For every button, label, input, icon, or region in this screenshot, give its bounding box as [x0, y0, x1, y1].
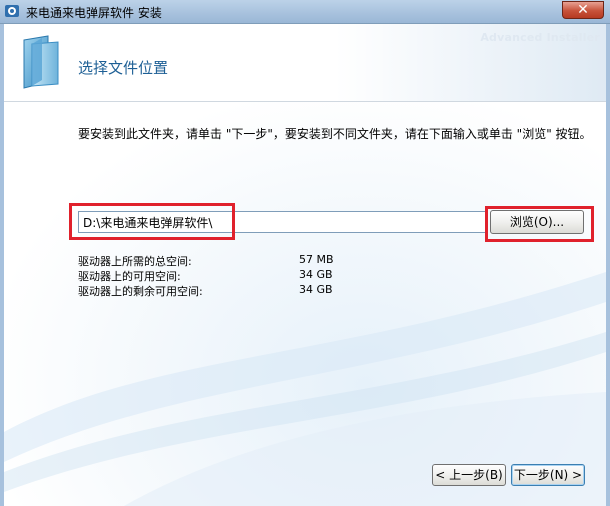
- close-icon: ✕: [577, 2, 589, 18]
- installer-app-icon: [5, 5, 19, 17]
- space-row-required: 驱动器上所需的总空间: 57 MB: [78, 253, 378, 268]
- space-row-remaining: 驱动器上的剩余可用空间: 34 GB: [78, 283, 378, 298]
- folder-icon: [23, 35, 59, 89]
- path-input-highlight: [69, 203, 235, 240]
- title-bar[interactable]: 来电通来电弹屏软件 安装 ✕: [0, 0, 610, 24]
- space-value: 34 GB: [299, 268, 333, 281]
- background-swoosh: [4, 272, 606, 506]
- window-title: 来电通来电弹屏软件 安装: [26, 6, 162, 20]
- space-label: 驱动器上的可用空间:: [78, 270, 181, 283]
- space-value: 34 GB: [299, 283, 333, 296]
- instruction-text: 要安装到此文件夹，请单击 "下一步"，要安装到不同文件夹，请在下面输入或单击 "…: [78, 127, 592, 141]
- window-frame-right: [606, 24, 610, 506]
- brand-watermark: Advanced Installer: [480, 31, 600, 44]
- close-button[interactable]: ✕: [562, 1, 604, 19]
- space-row-available: 驱动器上的可用空间: 34 GB: [78, 268, 378, 283]
- space-label: 驱动器上的剩余可用空间:: [78, 285, 203, 298]
- space-label: 驱动器上所需的总空间:: [78, 255, 192, 268]
- space-value: 57 MB: [299, 253, 334, 266]
- header-band: Advanced Installer 选择文件位置: [4, 24, 606, 102]
- back-button[interactable]: < 上一步(B): [432, 464, 506, 486]
- installer-window: 来电通来电弹屏软件 安装 ✕ Advanced Installer 选择文件位置…: [0, 0, 610, 506]
- disk-space-info: 驱动器上所需的总空间: 57 MB 驱动器上的可用空间: 34 GB 驱动器上的…: [78, 253, 378, 298]
- content-area: 要安装到此文件夹，请单击 "下一步"，要安装到不同文件夹，请在下面输入或单击 "…: [4, 102, 606, 506]
- browse-button-highlight: [485, 206, 594, 242]
- page-title: 选择文件位置: [78, 59, 169, 77]
- next-button[interactable]: 下一步(N) >: [511, 464, 585, 486]
